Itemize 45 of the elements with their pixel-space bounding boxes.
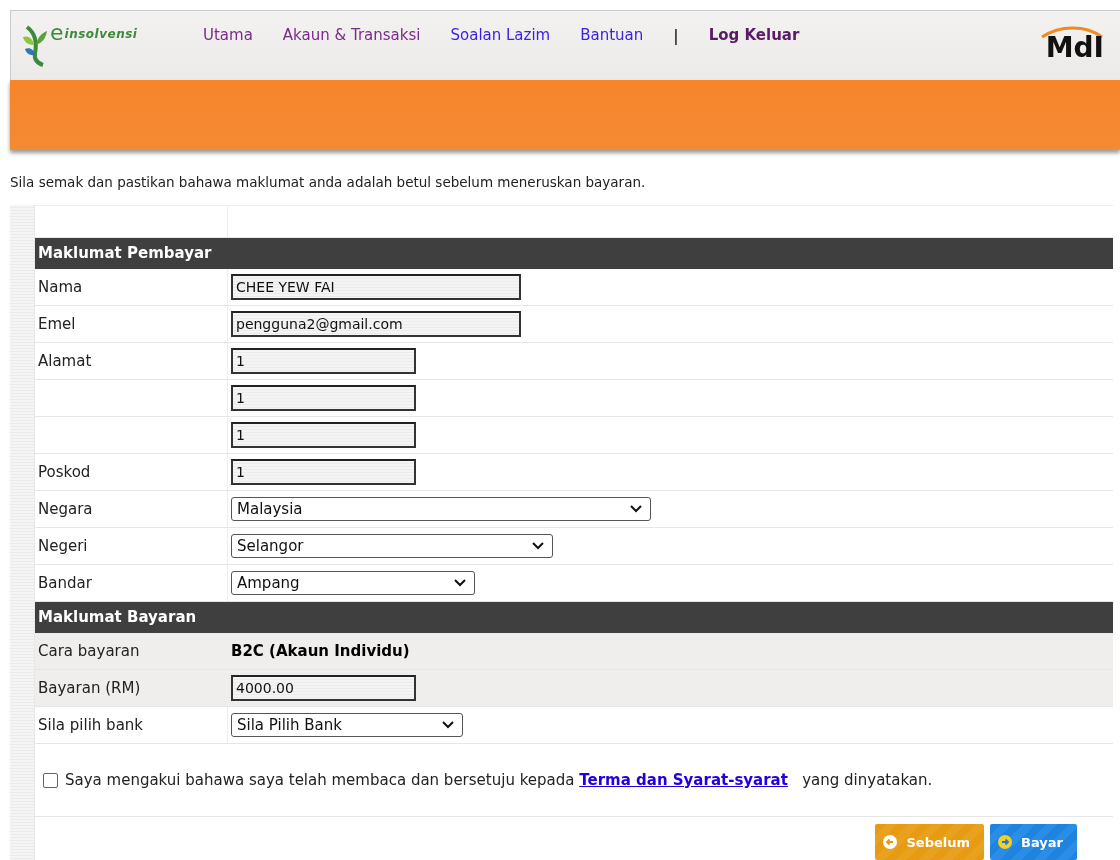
section-header: Maklumat Bayaran xyxy=(35,602,1113,633)
text-field[interactable]: pengguna2@gmail.com xyxy=(231,311,521,337)
intro-text: Sila semak dan pastikan bahawa maklumat anda adalah betul sebelum meneruskan bayaran. xyxy=(10,174,647,192)
field-label: Nama xyxy=(38,278,83,296)
arrow-left-icon xyxy=(883,835,898,849)
field-label: Sila pilih bank xyxy=(38,716,144,734)
section-header: Maklumat Pembayar xyxy=(35,238,1113,269)
text-field[interactable]: 1 xyxy=(231,459,416,485)
dropdown[interactable]: Selangor xyxy=(231,534,553,558)
text-field[interactable]: 4000.00 xyxy=(231,675,416,701)
brand-logo: MdI xyxy=(1045,35,1104,61)
field-label: Poskod xyxy=(38,463,91,481)
text-field[interactable]: 1 xyxy=(231,422,416,448)
field-label: Bayaran (RM) xyxy=(38,679,141,697)
nav-link[interactable]: Log Keluar xyxy=(708,26,800,45)
chevron-down-icon xyxy=(442,721,454,729)
dropdown[interactable]: Sila Pilih Bank xyxy=(231,713,463,737)
nav-link[interactable]: Soalan Lazim xyxy=(450,26,551,45)
payment-method: B2C (Akaun Individu) xyxy=(231,642,410,660)
dropdown[interactable]: Ampang xyxy=(231,571,475,595)
nav-link[interactable]: Bantuan xyxy=(580,26,644,45)
agreement-text: Saya mengakui bahawa saya telah membaca dan bersetuju kepada Terma dan Syarat-syarat yang dinyatakan. xyxy=(65,771,933,789)
nav-separator: | xyxy=(673,26,679,45)
text-field[interactable]: 1 xyxy=(231,385,416,411)
chevron-down-icon xyxy=(454,579,466,587)
field-label: Bandar xyxy=(38,574,92,592)
terms-link[interactable]: Terma dan Syarat-syarat xyxy=(579,771,788,789)
chevron-down-icon xyxy=(630,505,642,513)
logo-letter: e xyxy=(50,23,64,43)
field-label: Emel xyxy=(38,315,76,333)
field-label: Alamat xyxy=(38,352,92,370)
nav-link[interactable]: Utama xyxy=(203,26,253,45)
leaf-logo-icon xyxy=(21,23,49,67)
nav-link[interactable]: Akaun & Transaksi xyxy=(282,26,421,45)
pay-button[interactable]: Bayar xyxy=(990,824,1077,860)
field-label: Negara xyxy=(38,500,93,518)
field-label: Cara bayaran xyxy=(38,642,140,660)
text-field[interactable]: 1 xyxy=(231,348,416,374)
logo-wordmark: insolvensi xyxy=(64,27,138,41)
field-label: Negeri xyxy=(38,537,88,555)
arrow-right-icon xyxy=(998,835,1013,849)
dropdown[interactable]: Malaysia xyxy=(231,497,651,521)
chevron-down-icon xyxy=(532,542,544,550)
checkbox[interactable] xyxy=(43,772,58,788)
text-field[interactable]: CHEE YEW FAI xyxy=(231,274,521,300)
